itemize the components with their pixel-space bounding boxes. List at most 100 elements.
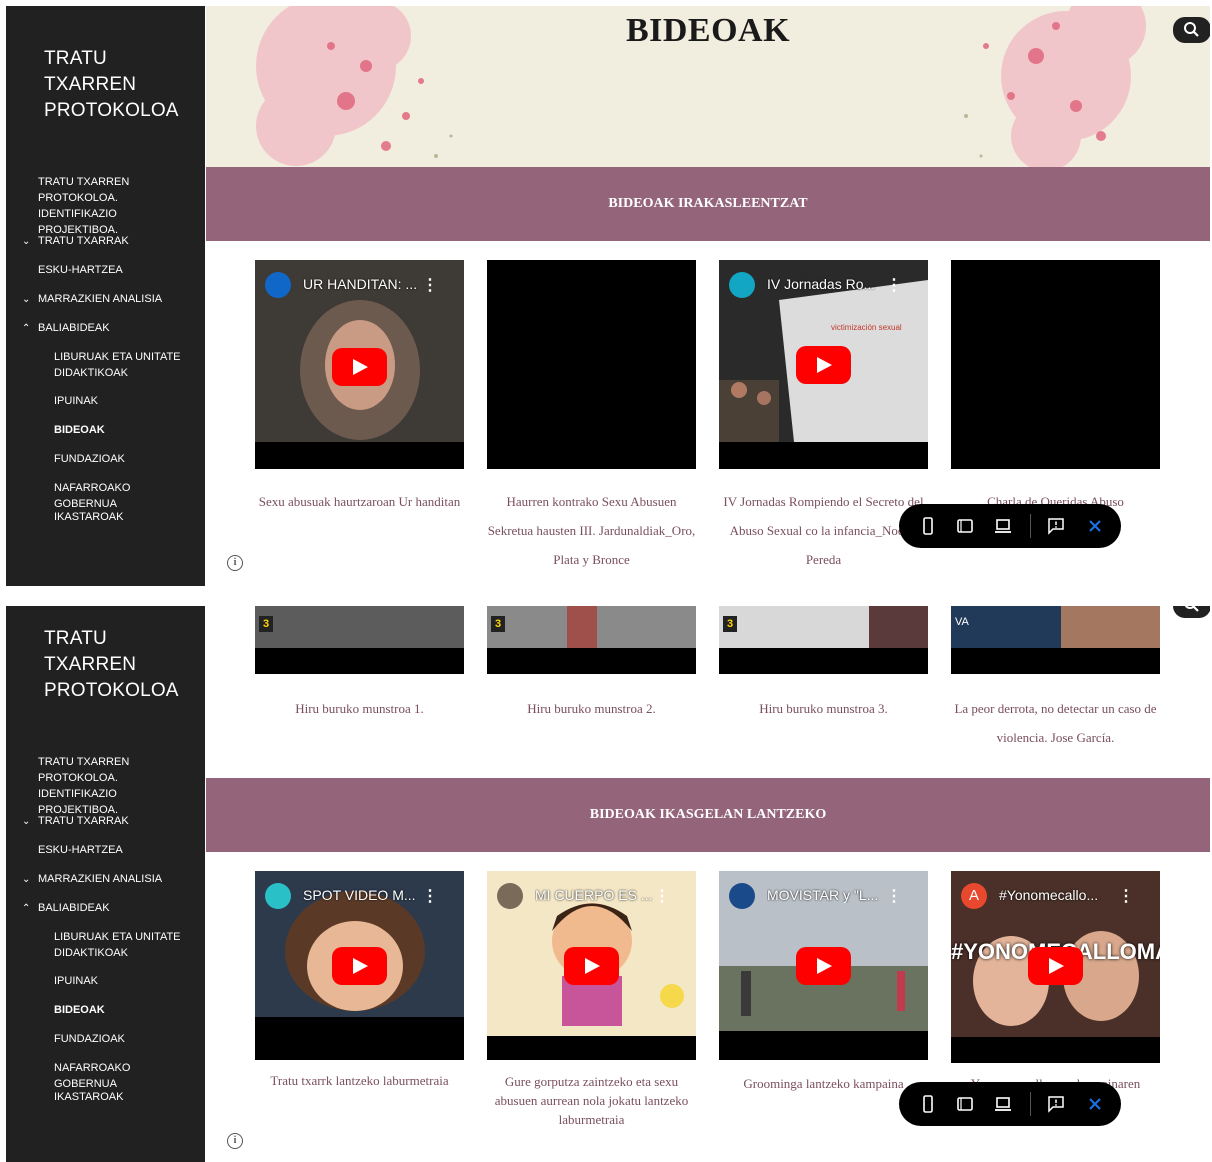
video-player[interactable] — [951, 260, 1160, 469]
sidebar-item-fundazioak[interactable]: FUNDAZIOAK — [54, 451, 194, 467]
search-icon — [1184, 22, 1199, 37]
close-icon[interactable] — [1086, 1095, 1104, 1113]
sidebar-item-bideoak[interactable]: BIDEOAK — [54, 1002, 194, 1018]
video-caption[interactable]: Haurren kontrako Sexu Abusuen Sekretua h… — [487, 487, 696, 586]
video-player[interactable]: MOVISTAR y "L... ⋮ — [719, 871, 928, 1060]
video-player[interactable] — [487, 260, 696, 469]
sidebar-item-identifikazio[interactable]: TRATU TXARREN PROTOKOLOA. IDENTIFIKAZIO … — [38, 754, 198, 818]
feedback-icon[interactable] — [1047, 1095, 1065, 1113]
play-icon[interactable] — [796, 346, 851, 384]
channel-avatar[interactable]: A — [961, 883, 987, 909]
sidebar-item-baliabideak[interactable]: BALIABIDEAK — [38, 320, 198, 336]
play-icon[interactable] — [796, 947, 851, 985]
play-icon[interactable] — [332, 947, 387, 985]
video-thumbnail — [487, 606, 696, 674]
more-options-icon[interactable]: ⋮ — [422, 886, 438, 906]
sidebar-item-ipuinak[interactable]: IPUINAK — [54, 393, 194, 409]
phone-icon[interactable] — [919, 517, 937, 535]
video-player[interactable]: victimización sexual IV Jornadas Ro... ⋮ — [719, 260, 928, 469]
video-header: SPOT VIDEO M... ⋮ — [265, 883, 454, 909]
toolbar-divider — [1030, 1092, 1031, 1116]
sidebar-item-bideoak[interactable]: BIDEOAK — [54, 422, 194, 438]
channel-avatar[interactable] — [729, 883, 755, 909]
video-player[interactable]: 3 — [487, 606, 696, 674]
feedback-icon[interactable] — [1047, 517, 1065, 535]
video-player[interactable]: #YONOMECALLOMÁS A #Yonomecallo... ⋮ — [951, 871, 1160, 1063]
chevron-down-icon[interactable]: ⌄ — [22, 237, 32, 247]
video-player[interactable]: 3 — [719, 606, 928, 674]
video-player[interactable]: 3 — [255, 606, 464, 674]
close-icon[interactable] — [1086, 517, 1104, 535]
hero-banner: BIDEOAK — [206, 6, 1210, 167]
play-icon[interactable] — [564, 947, 619, 985]
more-options-icon[interactable]: ⋮ — [886, 275, 902, 295]
chevron-up-icon[interactable]: ⌃ — [22, 324, 32, 334]
episode-badge: 3 — [723, 616, 737, 632]
channel-avatar[interactable] — [497, 883, 523, 909]
more-options-icon[interactable]: ⋮ — [422, 275, 438, 295]
chevron-down-icon[interactable]: ⌄ — [22, 295, 32, 305]
video-title[interactable]: #Yonomecallo... — [999, 887, 1119, 903]
video-player[interactable]: SPOT VIDEO M... ⋮ — [255, 871, 464, 1060]
video-caption[interactable]: IV Jornadas Rompiendo el Secreto del Abu… — [719, 487, 928, 574]
chevron-down-icon[interactable]: ⌄ — [22, 875, 32, 885]
video-player[interactable]: VA — [951, 606, 1160, 674]
sidebar-item-liburuak[interactable]: LIBURUAK ETA UNITATE DIDAKTIKOAK — [54, 929, 194, 961]
play-icon[interactable] — [1028, 947, 1083, 985]
video-title[interactable]: MI CUERPO ES ... — [535, 887, 655, 903]
channel-avatar[interactable] — [729, 272, 755, 298]
play-icon[interactable] — [332, 348, 387, 386]
video-caption[interactable]: Sexu abusuak haurtzaroan Ur handitan — [255, 487, 464, 516]
episode-badge: 3 — [259, 616, 273, 632]
site-title[interactable]: TRATU TXARREN PROTOKOLOA — [44, 626, 194, 704]
sidebar-item-marrazkien-analisia[interactable]: MARRAZKIEN ANALISIA — [38, 871, 198, 887]
video-player[interactable]: UR HANDITAN: ... ⋮ — [255, 260, 464, 469]
sidebar-item-liburuak[interactable]: LIBURUAK ETA UNITATE DIDAKTIKOAK — [54, 349, 194, 381]
channel-avatar[interactable] — [265, 272, 291, 298]
phone-icon[interactable] — [919, 1095, 937, 1113]
sidebar-item-ikastaroak[interactable]: IKASTAROAK — [54, 1089, 194, 1105]
sidebar-item-fundazioak[interactable]: FUNDAZIOAK — [54, 1031, 194, 1047]
info-icon[interactable]: i — [227, 555, 243, 571]
video-header: A #Yonomecallo... ⋮ — [961, 883, 1150, 909]
site-title[interactable]: TRATU TXARREN PROTOKOLOA — [44, 46, 194, 124]
video-caption[interactable]: Groominga lantzeko kampaina — [719, 1074, 928, 1093]
sidebar-item-ikastaroak[interactable]: IKASTAROAK — [54, 509, 194, 525]
sidebar-item-nafarroako-gobernua[interactable]: NAFARROAKO GOBERNUA — [54, 1060, 194, 1092]
video-player[interactable]: MI CUERPO ES ... ⋮ — [487, 871, 696, 1060]
video-caption[interactable]: Hiru buruko munstroa 1. — [255, 694, 464, 723]
chevron-up-icon[interactable]: ⌃ — [22, 904, 32, 914]
sidebar-item-nafarroako-gobernua[interactable]: NAFARROAKO GOBERNUA — [54, 480, 194, 512]
video-title[interactable]: MOVISTAR y "L... — [767, 887, 887, 903]
channel-avatar[interactable] — [265, 883, 291, 909]
sidebar-item-esku-hartzea[interactable]: ESKU-HARTZEA — [38, 262, 198, 278]
sidebar-item-tratu-txarrak[interactable]: TRATU TXARRAK — [38, 233, 198, 249]
info-icon[interactable]: i — [227, 1133, 243, 1149]
page-title: BIDEOAK — [625, 12, 791, 49]
more-options-icon[interactable]: ⋮ — [1118, 886, 1134, 906]
sidebar-item-marrazkien-analisia[interactable]: MARRAZKIEN ANALISIA — [38, 291, 198, 307]
video-caption[interactable]: Tratu txarrk lantzeko laburmetraia — [255, 1071, 464, 1090]
search-button[interactable] — [1173, 17, 1210, 43]
slide-text: victimización sexual — [831, 323, 902, 332]
video-caption[interactable]: Gure gorputza zaintzeko eta sexu abusuen… — [487, 1072, 696, 1129]
search-button[interactable] — [1173, 606, 1210, 618]
sidebar-item-ipuinak[interactable]: IPUINAK — [54, 973, 194, 989]
video-caption[interactable]: La peor derrota, no detectar un caso de … — [951, 694, 1160, 752]
tablet-icon[interactable] — [956, 1095, 974, 1113]
video-title[interactable]: UR HANDITAN: ... — [303, 276, 423, 292]
laptop-icon[interactable] — [994, 1095, 1012, 1113]
video-title[interactable]: IV Jornadas Ro... — [767, 276, 887, 292]
sidebar-item-baliabideak[interactable]: BALIABIDEAK — [38, 900, 198, 916]
more-options-icon[interactable]: ⋮ — [886, 886, 902, 906]
tablet-icon[interactable] — [956, 517, 974, 535]
video-caption[interactable]: Hiru buruko munstroa 3. — [719, 694, 928, 723]
chevron-down-icon[interactable]: ⌄ — [22, 817, 32, 827]
more-options-icon[interactable]: ⋮ — [654, 886, 670, 906]
video-caption[interactable]: Hiru buruko munstroa 2. — [487, 694, 696, 723]
laptop-icon[interactable] — [994, 517, 1012, 535]
sidebar-item-esku-hartzea[interactable]: ESKU-HARTZEA — [38, 842, 198, 858]
video-title[interactable]: SPOT VIDEO M... — [303, 887, 423, 903]
sidebar-item-tratu-txarrak[interactable]: TRATU TXARRAK — [38, 813, 198, 829]
sidebar-item-identifikazio[interactable]: TRATU TXARREN PROTOKOLOA. IDENTIFIKAZIO … — [38, 174, 198, 238]
